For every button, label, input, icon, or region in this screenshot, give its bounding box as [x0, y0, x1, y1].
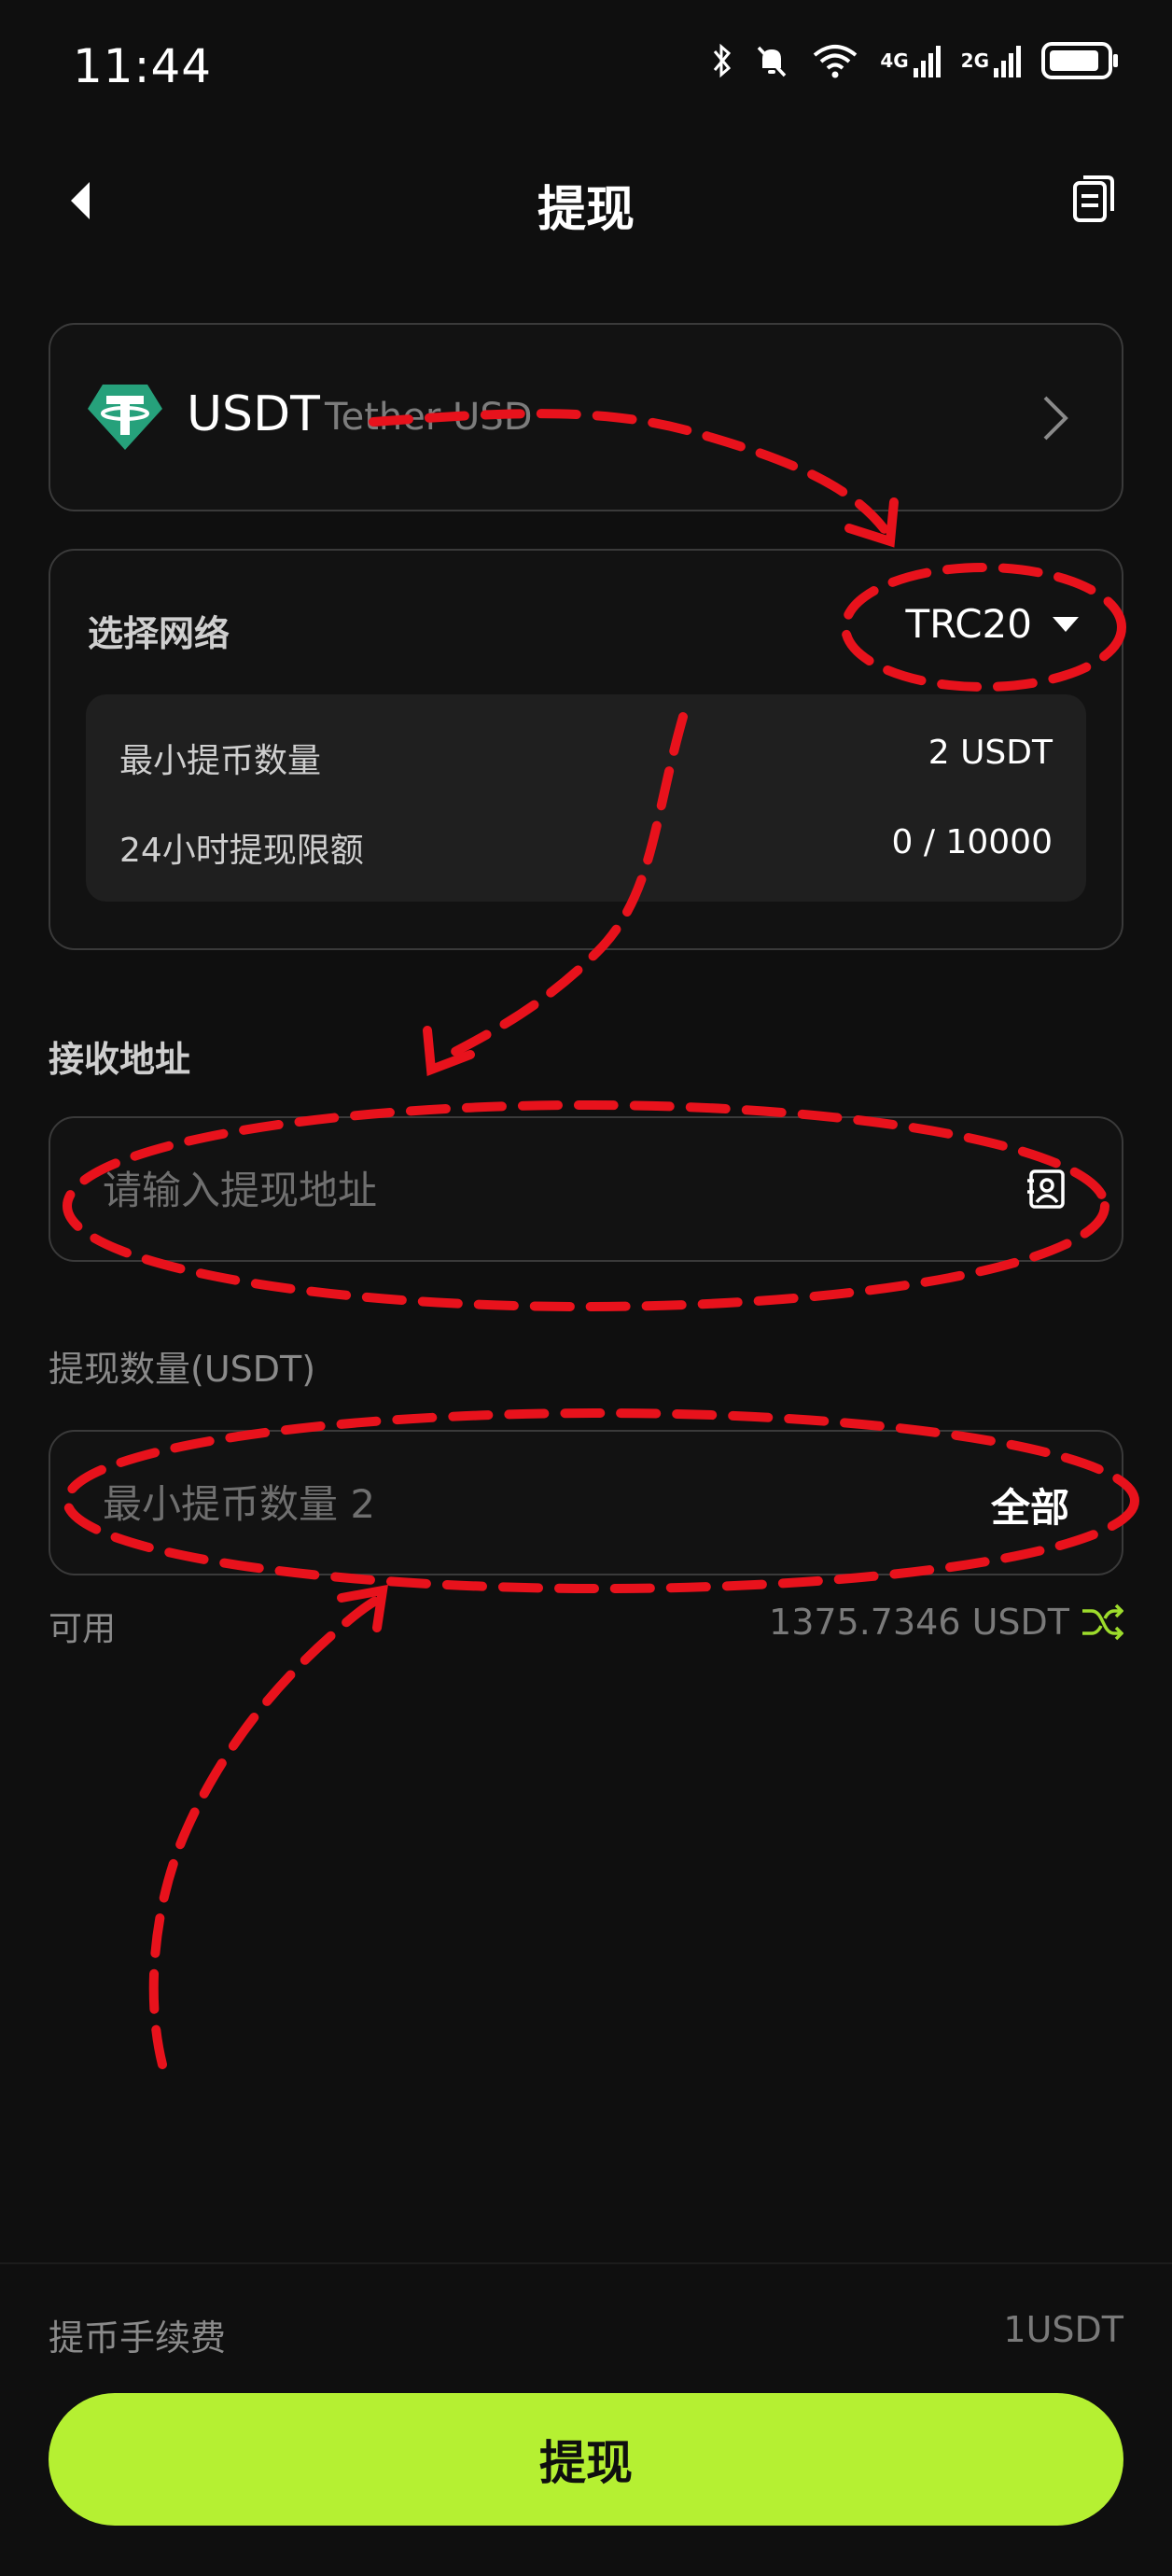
bottom-divider: [0, 2262, 1172, 2264]
min-withdraw-label: 最小提币数量: [119, 742, 322, 780]
page-title: 提现: [537, 182, 635, 238]
wifi-icon: [811, 42, 859, 79]
network-selected: TRC20: [905, 601, 1032, 647]
battery-icon: [1041, 41, 1120, 80]
available-label: 可用: [49, 1610, 117, 1648]
annotation-arrow-3: [148, 1593, 385, 2069]
address-book-icon[interactable]: [1026, 1169, 1067, 1210]
mute-bell-icon: [753, 42, 790, 79]
status-icons: 4G 2G: [712, 41, 1120, 80]
fee-value: 1USDT: [1003, 2309, 1123, 2350]
address-label: 接收地址: [49, 1039, 191, 1080]
transfer-icon[interactable]: [1081, 1602, 1124, 1643]
caret-down-icon: [1053, 616, 1079, 632]
fee-label: 提币手续费: [49, 2317, 227, 2359]
document-list-icon: [1073, 175, 1114, 222]
annotation-arrowhead-2: [423, 1026, 475, 1077]
withdraw-records-button[interactable]: [1064, 166, 1123, 231]
amount-input-box: 全部: [49, 1430, 1123, 1575]
daily-limit-label: 24小时提现限额: [119, 832, 364, 870]
chevron-right-icon: [1036, 392, 1073, 444]
network-label: 选择网络: [88, 613, 230, 654]
signal-4g-icon: 4G: [880, 42, 941, 79]
network-dropdown[interactable]: TRC20: [905, 601, 1079, 647]
net-type-1: 4G: [880, 49, 909, 72]
daily-limit-value: 0 / 10000: [891, 823, 1053, 861]
all-amount-button[interactable]: 全部: [991, 1477, 1069, 1533]
min-withdraw-value: 2 USDT: [928, 734, 1053, 772]
address-input-box: [49, 1116, 1123, 1262]
coin-symbol: USDT: [187, 386, 320, 442]
coin-name: Tether USD: [325, 396, 533, 439]
status-time: 11:44: [73, 39, 213, 93]
usdt-logo-icon: [86, 383, 164, 452]
withdraw-submit-button[interactable]: 提现: [49, 2393, 1123, 2526]
address-input[interactable]: [101, 1118, 944, 1262]
amount-label: 提现数量(USDT): [49, 1349, 316, 1390]
annotation-arrowhead-3: [337, 1584, 388, 1632]
available-value: 1375.7346 USDT: [769, 1602, 1069, 1643]
bluetooth-icon: [712, 42, 732, 79]
amount-input[interactable]: [101, 1432, 944, 1575]
signal-2g-icon: 2G: [961, 42, 1021, 79]
net-type-2: 2G: [960, 49, 989, 72]
